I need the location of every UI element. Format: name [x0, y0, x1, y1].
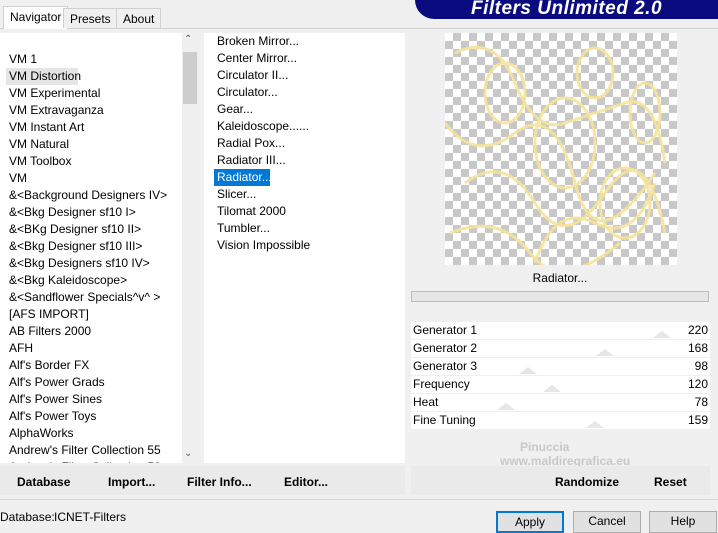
progress-bar: [411, 291, 709, 302]
category-item[interactable]: VM 1: [6, 51, 198, 68]
category-item[interactable]: VM Instant Art: [6, 119, 198, 136]
category-item[interactable]: &<Bkg Kaleidoscope>: [6, 272, 198, 289]
filter-item[interactable]: Vision Impossible: [214, 237, 405, 254]
param-value: 120: [687, 377, 708, 391]
help-button[interactable]: Help: [649, 511, 717, 533]
param-slider[interactable]: Frequency 120: [411, 376, 710, 394]
category-item[interactable]: VM Natural: [6, 136, 198, 153]
category-item[interactable]: &<Bkg Designer sf10 III>: [6, 238, 198, 255]
param-slider[interactable]: Generator 2 168: [411, 340, 710, 358]
app-title-banner: Filters Unlimited 2.0: [415, 0, 718, 19]
category-item[interactable]: Alf's Power Sines: [6, 391, 198, 408]
tab-about[interactable]: About: [116, 8, 162, 28]
filter-item[interactable]: Kaleidoscope......: [214, 118, 405, 135]
filter-item[interactable]: Radiator...: [214, 169, 272, 186]
param-label: Generator 3: [413, 359, 478, 373]
category-item[interactable]: Alf's Border FX: [6, 357, 198, 374]
tab-divider: [0, 28, 718, 29]
scroll-down-icon[interactable]: ⌄: [184, 448, 192, 459]
cancel-button[interactable]: Cancel: [573, 511, 641, 533]
database-button[interactable]: Database: [17, 475, 70, 489]
param-slider[interactable]: Fine Tuning 159: [411, 412, 710, 430]
slider-thumb[interactable]: [543, 385, 562, 392]
filter-item[interactable]: Center Mirror...: [214, 50, 405, 67]
category-item[interactable]: Andrew's Filter Collection 56: [6, 459, 198, 463]
filter-item[interactable]: Radiator III...: [214, 152, 405, 169]
status-value: ICNET-Filters: [54, 510, 126, 524]
watermark: Pinuccia www.maldiregrafica.eu: [500, 440, 631, 468]
param-label: Heat: [413, 395, 439, 409]
tab-navigator[interactable]: Navigator: [3, 6, 69, 29]
filter-item[interactable]: Radial Pox...: [214, 135, 405, 152]
import-button[interactable]: Import...: [108, 475, 155, 489]
param-slider[interactable]: Heat 78: [411, 394, 710, 412]
param-label: Generator 2: [413, 341, 478, 355]
filter-list[interactable]: Broken Mirror... Center Mirror... Circulat…: [204, 33, 405, 463]
category-item[interactable]: AB Filters 2000: [6, 323, 198, 340]
status-divider: [0, 499, 718, 500]
filter-item[interactable]: Tumbler...: [214, 220, 405, 237]
param-value: 168: [687, 341, 708, 355]
filter-item[interactable]: Circulator...: [214, 84, 405, 101]
category-item[interactable]: &<Background Designers IV>: [6, 187, 198, 204]
filter-item[interactable]: Broken Mirror...: [214, 33, 405, 50]
param-value: 78: [694, 395, 708, 409]
slider-thumb[interactable]: [496, 403, 515, 410]
category-item[interactable]: Alf's Power Grads: [6, 374, 198, 391]
tab-presets[interactable]: Presets: [63, 8, 118, 28]
reset-button[interactable]: Reset: [654, 475, 687, 489]
category-item[interactable]: [AFS IMPORT]: [6, 306, 198, 323]
category-item[interactable]: &<Bkg Designers sf10 IV>: [6, 255, 198, 272]
filter-item[interactable]: Slicer...: [214, 186, 405, 203]
param-slider[interactable]: Generator 3 98: [411, 358, 710, 376]
filter-item[interactable]: Circulator II...: [214, 67, 405, 84]
slider-thumb[interactable]: [586, 421, 605, 428]
category-item[interactable]: &<Bkg Designer sf10 I>: [6, 204, 198, 221]
category-item[interactable]: Andrew's Filter Collection 55: [6, 442, 198, 459]
slider-thumb[interactable]: [596, 349, 615, 356]
param-label: Frequency: [413, 377, 470, 391]
param-value: 98: [694, 359, 708, 373]
param-value: 220: [687, 323, 708, 337]
category-item[interactable]: AFH: [6, 340, 198, 357]
category-item[interactable]: AlphaWorks: [6, 425, 198, 442]
category-item[interactable]: &<Sandflower Specials^v^ >: [6, 289, 198, 306]
filter-preview: [445, 33, 677, 265]
param-slider[interactable]: Generator 1 220: [411, 322, 710, 340]
scroll-up-icon[interactable]: ⌃: [184, 34, 192, 45]
randomize-button[interactable]: Randomize: [555, 475, 619, 489]
editor-button[interactable]: Editor...: [284, 475, 328, 489]
category-item[interactable]: VM Distortion: [6, 68, 81, 85]
category-item[interactable]: Alf's Power Toys: [6, 408, 198, 425]
slider-thumb[interactable]: [518, 367, 537, 374]
category-item[interactable]: VM Toolbox: [6, 153, 198, 170]
param-label: Generator 1: [413, 323, 478, 337]
scrollbar-thumb[interactable]: [183, 52, 197, 104]
apply-button[interactable]: Apply: [496, 511, 564, 533]
param-label: Fine Tuning: [413, 413, 476, 427]
filter-info-button[interactable]: Filter Info...: [187, 475, 252, 489]
param-value: 159: [687, 413, 708, 427]
category-item[interactable]: VM Experimental: [6, 85, 198, 102]
preview-swirls: [445, 45, 667, 265]
category-item[interactable]: &<BKg Designer sf10 II>: [6, 221, 198, 238]
selected-filter-name: Radiator...: [532, 271, 588, 285]
slider-thumb[interactable]: [653, 331, 672, 338]
category-list[interactable]: VM 1 VM Distortion VM Experimental VM Extra…: [0, 33, 198, 463]
filter-item[interactable]: Tilomat 2000: [214, 203, 405, 220]
category-item[interactable]: VM: [6, 170, 198, 187]
status-label: Database:: [0, 510, 55, 524]
filter-item[interactable]: Gear...: [214, 101, 405, 118]
category-item[interactable]: VM Extravaganza: [6, 102, 198, 119]
